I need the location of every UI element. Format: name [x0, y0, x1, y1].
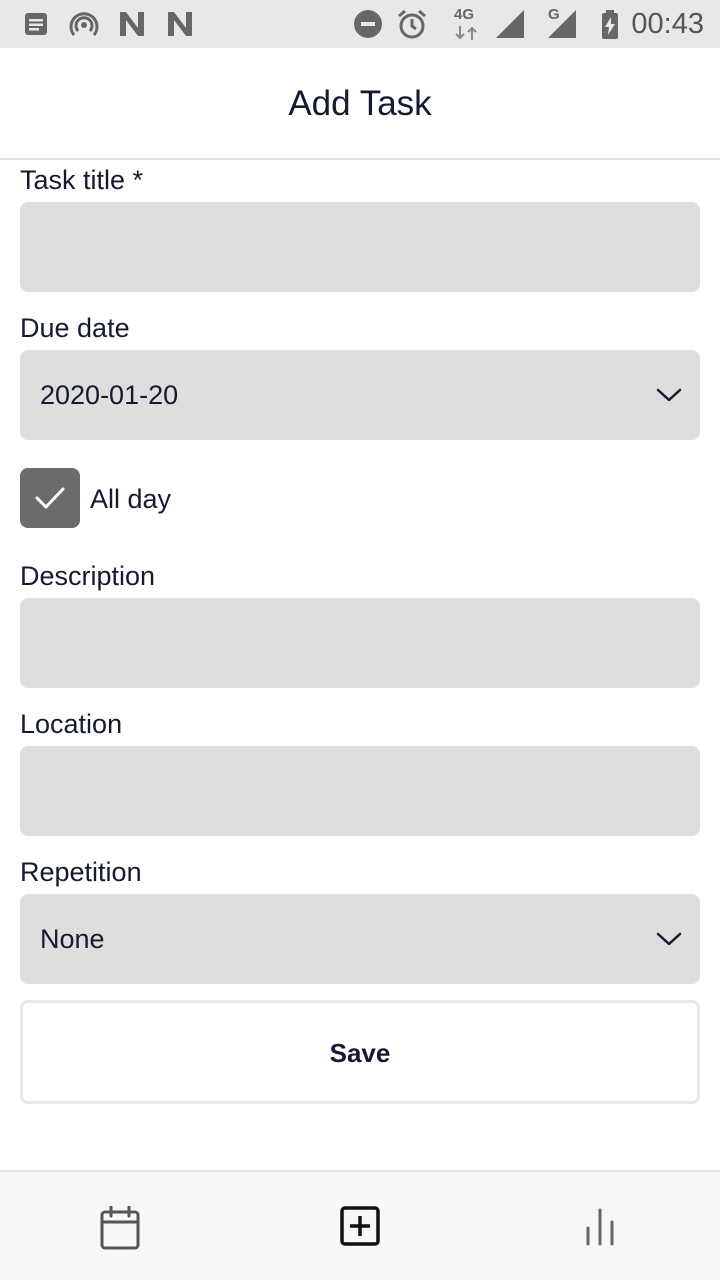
nav-stats[interactable]: [480, 1172, 720, 1280]
alarm-icon: [398, 9, 426, 39]
save-button[interactable]: Save: [20, 1000, 700, 1104]
data-arrows-icon: [455, 26, 477, 40]
nav-add-task[interactable]: [240, 1172, 480, 1280]
n-icon: [120, 12, 144, 36]
network-4g-label: 4G: [454, 6, 475, 23]
hotspot-icon: [69, 12, 99, 36]
status-time: 00:43: [631, 8, 704, 40]
status-bar: 4G G 00:43: [0, 0, 720, 48]
repetition-value: None: [40, 924, 105, 954]
chevron-down-icon: [656, 388, 682, 402]
chevron-down-icon: [656, 932, 682, 946]
app-header: Add Task: [0, 48, 720, 160]
page-title: Add Task: [288, 84, 432, 123]
description-input[interactable]: [20, 598, 700, 688]
task-title-label: Task title *: [20, 165, 144, 195]
calendar-icon: [100, 1206, 140, 1250]
due-date-value: 2020-01-20: [40, 380, 179, 410]
location-input[interactable]: [20, 746, 700, 836]
all-day-checkbox[interactable]: [20, 468, 80, 528]
nav-calendar[interactable]: [0, 1172, 240, 1280]
due-date-label: Due date: [20, 313, 130, 343]
signal-icon: [496, 10, 524, 38]
n-icon: [168, 12, 192, 36]
repetition-label: Repetition: [20, 857, 142, 887]
repetition-select[interactable]: None: [20, 894, 700, 984]
battery-charging-icon: [602, 10, 618, 39]
checkmark-icon: [35, 487, 65, 509]
bar-chart-icon: [586, 1208, 614, 1246]
save-button-label: Save: [329, 1038, 391, 1068]
add-square-icon: [340, 1206, 380, 1246]
signal-icon: [548, 10, 576, 38]
notes-icon: [25, 13, 47, 35]
all-day-label: All day: [90, 484, 172, 514]
bottom-nav: [0, 1170, 720, 1280]
do-not-disturb-icon: [354, 10, 382, 38]
location-label: Location: [20, 709, 123, 739]
task-title-input[interactable]: [20, 202, 700, 292]
description-label: Description: [20, 561, 156, 591]
due-date-select[interactable]: 2020-01-20: [20, 350, 700, 440]
